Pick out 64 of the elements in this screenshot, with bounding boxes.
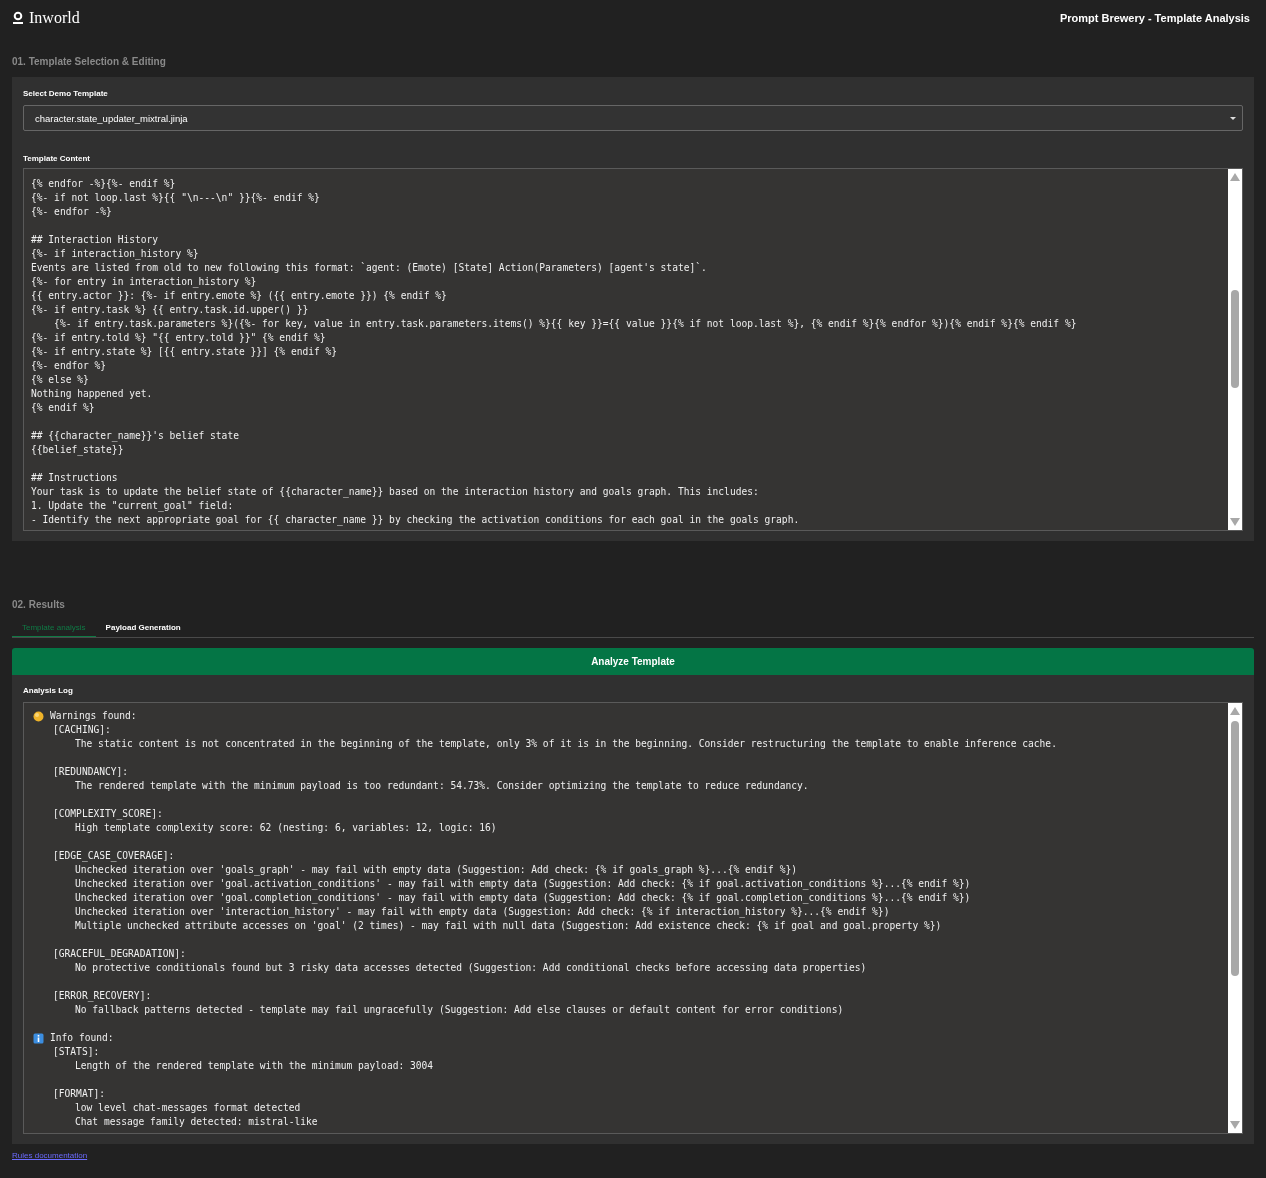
log-heading: Warnings found:	[50, 709, 137, 723]
docs-link[interactable]: Rules documentation	[12, 1151, 88, 1160]
log-line: Unchecked iteration over 'goals_graph' - may fail with empty data (Suggestion: Add check: {% if goals_graph %}...{% endif %})	[74, 863, 798, 877]
log-tag: [REDUNDANCY]:	[31, 765, 1212, 779]
log-tag: [STATS]:	[31, 1045, 1212, 1059]
code-line: {%- if entry.state %} [{{ entry.state }}] {% endif %}	[31, 345, 339, 359]
code-line: ## Instructions	[31, 471, 119, 485]
scrollbar[interactable]	[1228, 169, 1242, 530]
log-line: low level chat-messages format detected	[74, 1101, 302, 1115]
tab[interactable]: Payload Generation	[95, 621, 191, 637]
code-line: {%- if not loop.last %}{{ "\n---\n" }}{%- endif %}	[31, 191, 321, 205]
code-line: {%- endfor %}	[31, 359, 108, 373]
log-line: Unchecked iteration over 'goal.activation_conditions' - may fail with empty data (Suggestion: Add check: {% if goal.activation_conditions %}...{% endif %})	[74, 877, 972, 891]
template-dropdown[interactable]: character.state_updater_mixtral.jinja	[23, 105, 1243, 131]
code-line: ## Interaction History	[31, 233, 160, 247]
section-title: 02. Results	[12, 599, 66, 610]
code-line: {%- if entry.task.parameters %}({%- for key, value in entry.task.parameters.items() %}{{ key }}={{ value }}{% if not loop.last %}, {% endif %}{% endfor %}){% endif %}{% endif %}	[53, 317, 1078, 331]
log-line: No fallback patterns detected - template may fail ungracefully (Suggestion: Add else clauses or default content for error conditions)	[74, 1003, 845, 1017]
log-tag: [ERROR_RECOVERY]:	[31, 989, 1212, 1003]
code-line: 1. Update the "current_goal" field:	[31, 499, 235, 513]
code-line: Events are listed from old to new following this format: `agent: (Emote) [State] Action(Parameters) [agent's state]`.	[31, 261, 708, 275]
code-editor[interactable]	[23, 168, 1243, 531]
tab[interactable]: Template analysis	[12, 621, 96, 637]
code-line: {{belief_state}}	[31, 443, 125, 457]
log-tag: [FORMAT]:	[31, 1087, 1212, 1101]
caret-icon	[1230, 116, 1236, 120]
logo-icon	[12, 10, 24, 25]
code-line: Your task is to update the belief state of {{character_name}} based on the interaction history and goals graph. This includes:	[31, 485, 760, 499]
field-label: Analysis Log	[23, 686, 74, 695]
log-line: Chat message family detected: mistral-like	[74, 1115, 319, 1129]
code-line: {%- if interaction_history %}	[31, 247, 200, 261]
log-tag: [GRACEFUL_DEGRADATION]:	[31, 947, 1212, 961]
log-line: The rendered template with the minimum payload is too redundant: 54.73%. Consider optimizing the template to reduce redundancy.	[74, 779, 810, 793]
log-line: Unchecked iteration over 'goal.completion_conditions' - may fail with empty data (Suggestion: Add check: {% if goal.completion_conditions %}...{% endif %})	[74, 891, 972, 905]
log-line: The static content is not concentrated in the beginning of the template, only 3% of it is in the beginning. Consider restructuring the template to enable inference cache.	[74, 737, 1058, 751]
log-line: High template complexity score: 62 (nesting: 6, variables: 12, logic: 16)	[74, 821, 498, 835]
brand-name: Inworld	[29, 8, 80, 27]
info-icon	[33, 1032, 44, 1044]
code-line: Nothing happened yet.	[31, 387, 154, 401]
code-line: {{ entry.actor }}: {%- if entry.emote %} ({{ entry.emote }}) {% endif %}	[31, 289, 448, 303]
code-line: {%- if entry.told %} "{{ entry.told }}" {% endif %}	[31, 331, 327, 345]
field-label: Select Demo Template	[23, 89, 109, 98]
code-line: {%- if entry.task %} {{ entry.task.id.upper() }}	[31, 303, 310, 317]
log-tag: [COMPLEXITY_SCORE]:	[31, 807, 1212, 821]
section-title: 01. Template Selection & Editing	[12, 56, 167, 67]
log-heading: Info found:	[50, 1031, 114, 1045]
log-line: No protective conditionals found but 3 risky data accesses detected (Suggestion: Add conditional checks before accessing data properties)	[74, 961, 868, 975]
field-label: Template Content	[23, 154, 91, 163]
code-line: {% endfor -%}{%- endif %}	[31, 177, 177, 191]
code-line: {% else %}	[31, 373, 90, 387]
code-line: {%- for entry in interaction_history %}	[31, 275, 258, 289]
analyze-button[interactable]: Analyze Template	[12, 648, 1254, 675]
scrollbar[interactable]	[1228, 703, 1242, 1133]
code-line: {%- endfor -%}	[31, 205, 113, 219]
log-tag: [EDGE_CASE_COVERAGE]:	[31, 849, 1212, 863]
log-line: Multiple unchecked attribute accesses on 'goal' (2 times) - may fail with null data (Suggestion: Add existence check: {% if goal and goal.property %})	[74, 919, 943, 933]
log-line: Length of the rendered template with the minimum payload: 3004	[74, 1059, 435, 1073]
log-line: Unchecked iteration over 'interaction_history' - may fail with empty data (Suggestion: Add check: {% if interaction_history %}...{% endif %})	[74, 905, 891, 919]
code-line: ## {{character_name}}'s belief state	[31, 429, 240, 443]
warning-icon	[33, 710, 44, 722]
code-line: - Identify the next appropriate goal for {{ character_name }} by checking the activation conditions for each goal in the goals graph.	[31, 513, 801, 527]
log-tag: [CACHING]:	[31, 723, 1212, 737]
app-title: Prompt Brewery - Template Analysis	[1059, 11, 1250, 24]
code-line: {% endif %}	[31, 401, 96, 415]
